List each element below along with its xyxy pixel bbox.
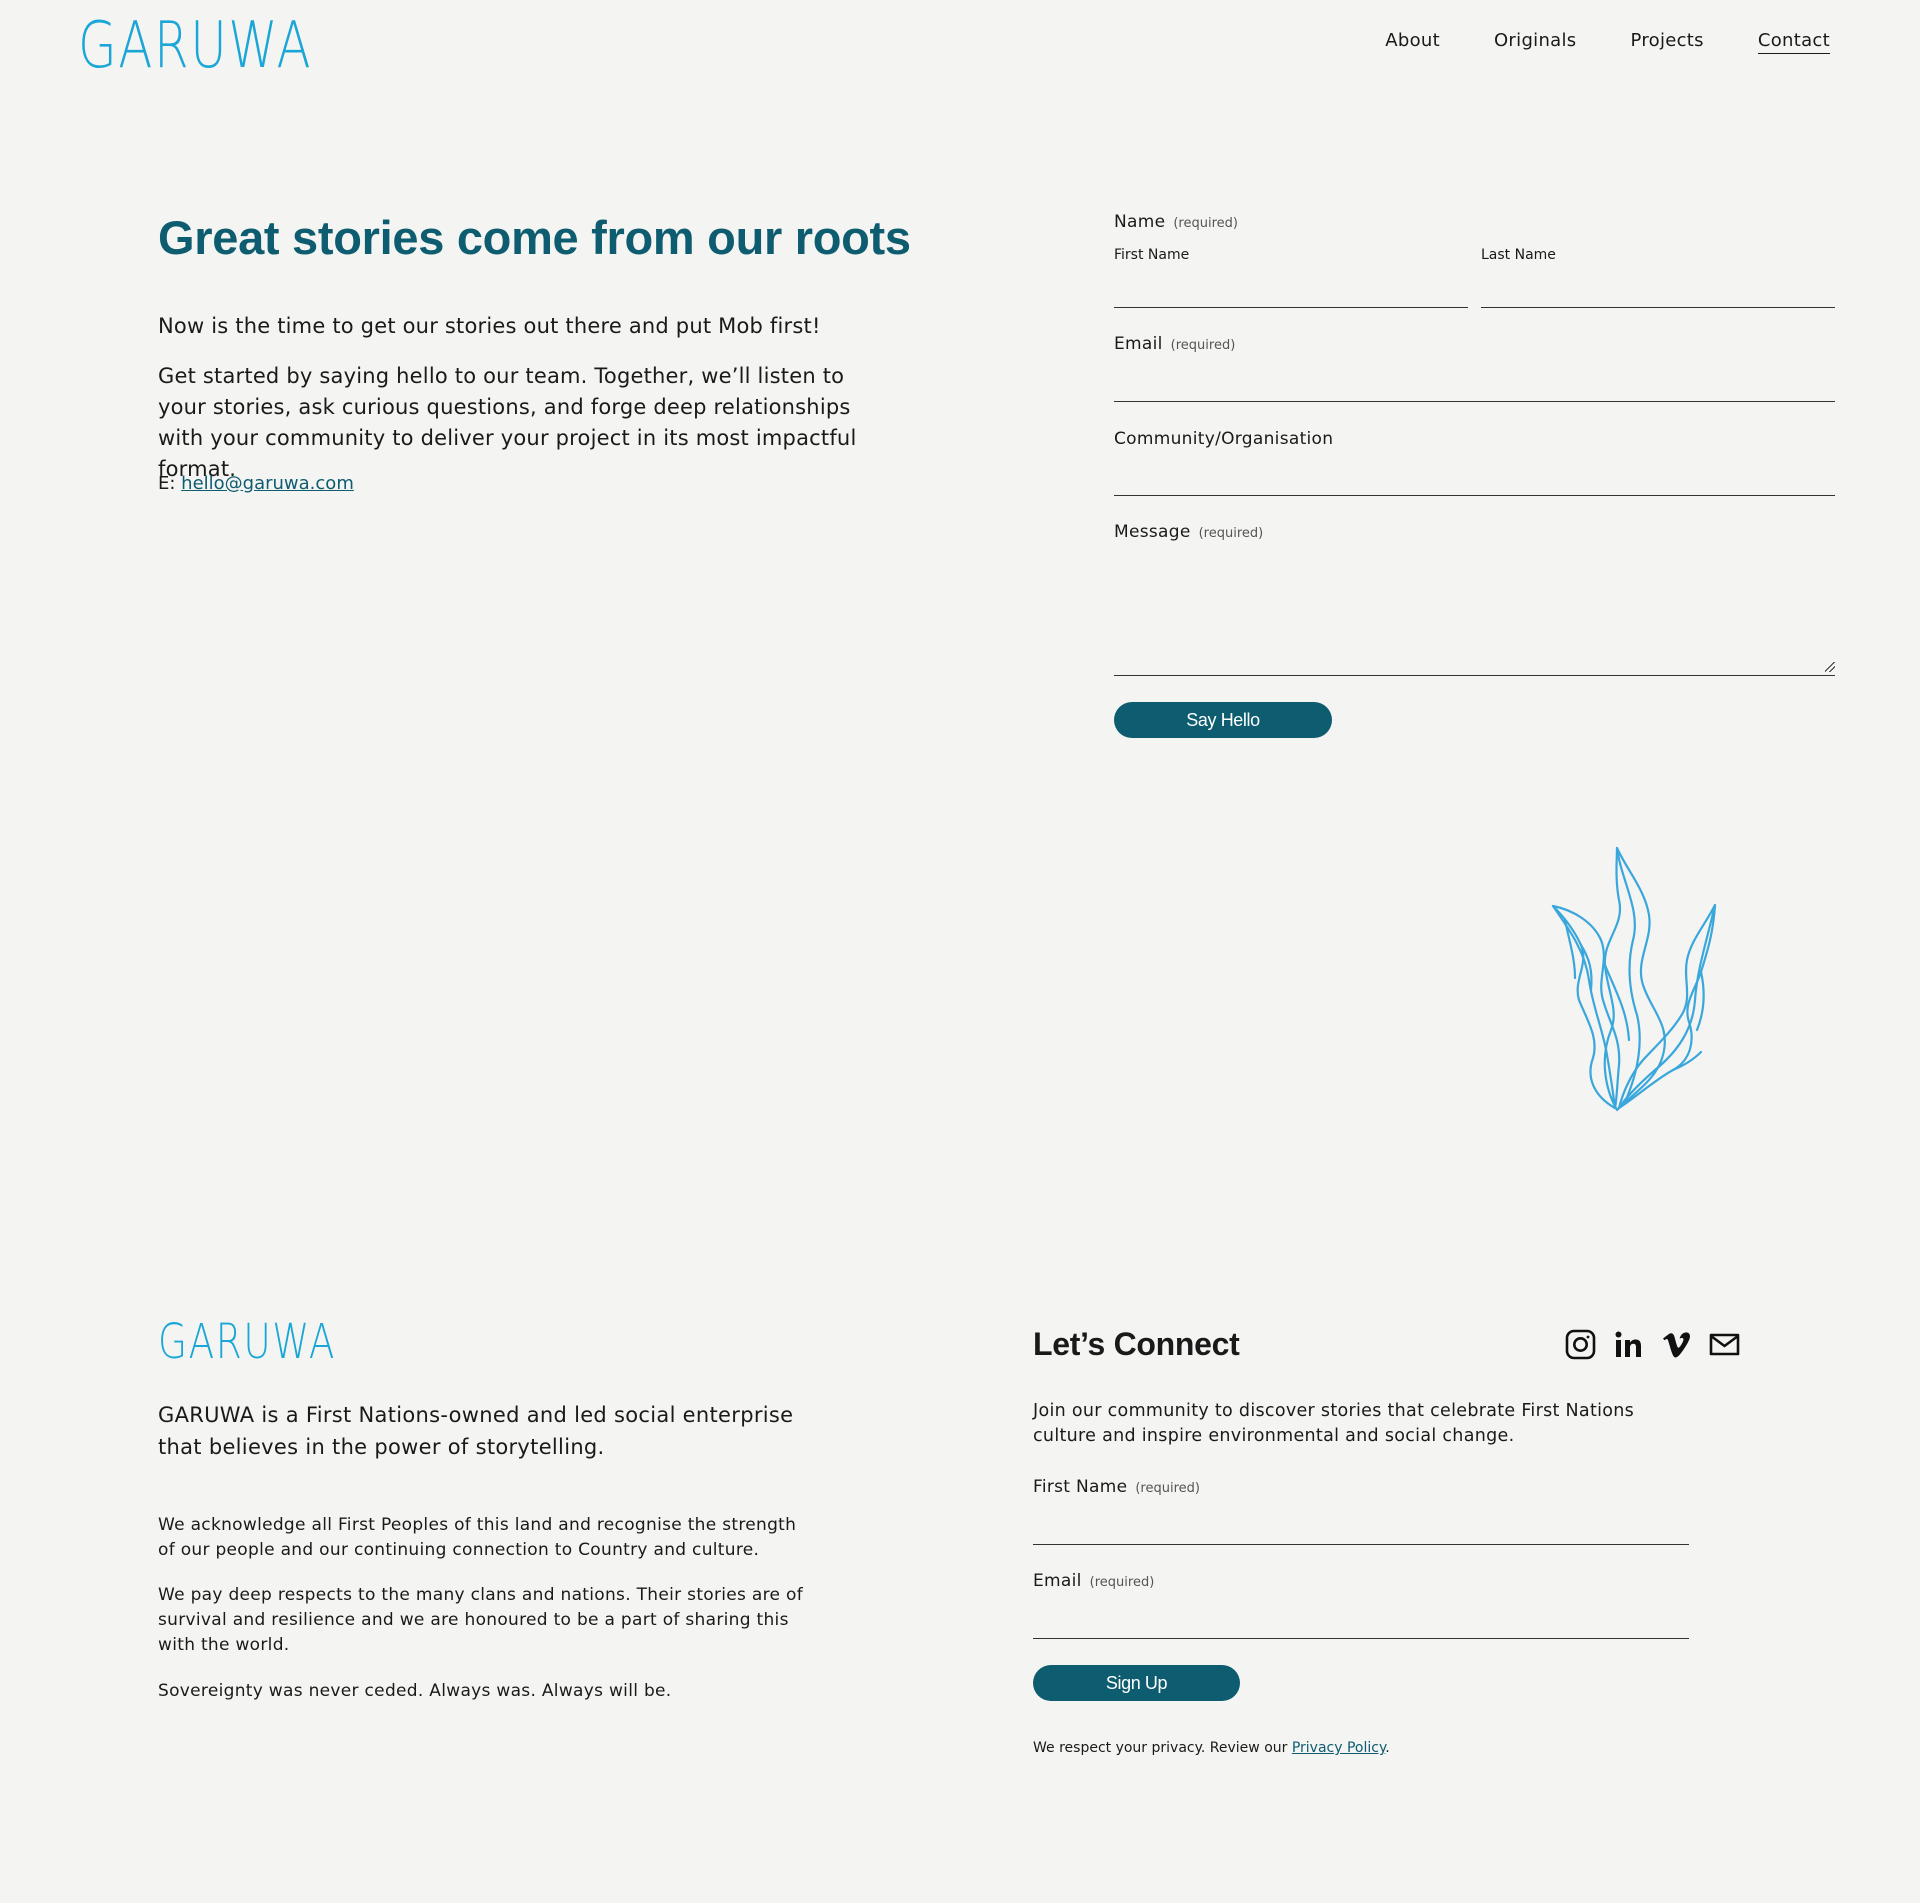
message-label-group: Message (required) (1114, 522, 1263, 542)
footer-email-label: Email (1033, 1571, 1082, 1591)
community-label: Community/Organisation (1114, 429, 1334, 449)
main-nav: About Originals Projects Contact (1385, 30, 1830, 54)
connect-title: Let’s Connect (1033, 1326, 1240, 1362)
privacy-text: We respect your privacy. Review our (1033, 1740, 1288, 1756)
email-prefix: E: (158, 473, 176, 494)
say-hello-button[interactable]: Say Hello (1114, 702, 1332, 738)
vimeo-icon[interactable] (1661, 1329, 1692, 1360)
required-tag: (required) (1170, 338, 1236, 353)
first-name-label: First Name (1114, 247, 1190, 263)
sign-up-button[interactable]: Sign Up (1033, 1665, 1240, 1701)
community-field[interactable] (1114, 494, 1835, 496)
linkedin-icon[interactable] (1613, 1329, 1644, 1360)
nav-originals[interactable]: Originals (1494, 30, 1577, 54)
name-label-group: Name (required) (1114, 212, 1238, 232)
footer-first-name-label-group: First Name (required) (1033, 1477, 1200, 1497)
required-tag: (required) (1089, 1575, 1155, 1590)
privacy-note: We respect your privacy. Review our Priv… (1033, 1740, 1390, 1756)
contact-email-line: E: hello@garuwa.com (158, 473, 354, 494)
last-name-label: Last Name (1481, 247, 1556, 263)
instagram-icon[interactable] (1565, 1329, 1596, 1360)
nav-contact[interactable]: Contact (1757, 30, 1830, 54)
mail-icon[interactable] (1709, 1329, 1740, 1360)
message-label: Message (1114, 522, 1191, 542)
acknowledgement-1: We acknowledge all First Peoples of this… (158, 1515, 797, 1560)
required-tag: (required) (1173, 216, 1238, 231)
header-logo[interactable]: GARUWA (78, 14, 312, 78)
seaweed-illustration (1551, 846, 1717, 1112)
footer-email-label-group: Email (required) (1033, 1571, 1154, 1591)
footer-first-name-field[interactable] (1033, 1543, 1689, 1545)
acknowledgement-3: Sovereignty was never ceded. Always was.… (158, 1681, 672, 1701)
email-label-group: Email (required) (1114, 334, 1235, 354)
social-links (1565, 1329, 1740, 1360)
footer-email-field[interactable] (1033, 1637, 1689, 1639)
resize-handle-icon[interactable] (1825, 662, 1835, 672)
acknowledgement-2: We pay deep respects to the many clans a… (158, 1585, 803, 1655)
nav-about[interactable]: About (1385, 30, 1440, 54)
privacy-period: . (1385, 1740, 1390, 1756)
required-tag: (required) (1198, 526, 1264, 541)
page-title: Great stories come from our roots (158, 211, 911, 264)
name-label: Name (1114, 212, 1166, 232)
footer-tagline: GARUWA is a First Nations-owned and led … (158, 1403, 794, 1459)
intro-paragraph: Now is the time to get our stories out t… (158, 314, 821, 338)
footer-logo[interactable]: GARUWA (158, 1318, 336, 1366)
required-tag: (required) (1135, 1481, 1200, 1496)
privacy-policy-link[interactable]: Privacy Policy (1292, 1740, 1385, 1756)
email-field[interactable] (1114, 400, 1835, 402)
email-link[interactable]: hello@garuwa.com (181, 473, 354, 494)
connect-description: Join our community to discover stories t… (1033, 1401, 1635, 1446)
email-label: Email (1114, 334, 1163, 354)
message-textarea[interactable] (1114, 560, 1835, 676)
description-paragraph: Get started by saying hello to our team.… (158, 364, 857, 481)
footer-first-name-label: First Name (1033, 1477, 1128, 1497)
first-name-field[interactable] (1114, 306, 1468, 308)
nav-projects[interactable]: Projects (1630, 30, 1703, 54)
last-name-field[interactable] (1481, 306, 1835, 308)
